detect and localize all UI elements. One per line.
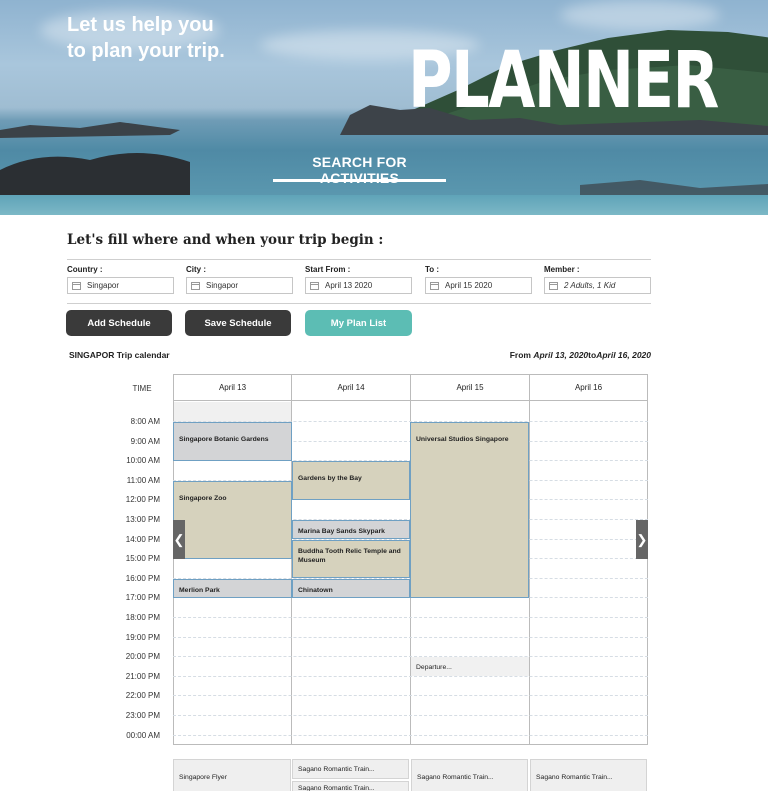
day-column-divider	[529, 374, 648, 745]
unavailable-slot	[174, 402, 291, 422]
time-row-line	[173, 735, 648, 736]
city-icon	[191, 281, 200, 290]
time-label: 11:00 AM	[126, 476, 160, 485]
event-block[interactable]: Merlion Park	[173, 579, 292, 598]
divider	[67, 259, 651, 260]
member-value: 2 Adults, 1 Kid	[564, 281, 616, 290]
range-end: April 16, 2020	[596, 350, 651, 360]
suggestion-card[interactable]: Sagano Romantic Train...	[411, 759, 528, 791]
people-icon	[549, 281, 558, 290]
time-label: 17:00 PM	[125, 593, 160, 602]
event-block[interactable]: Universal Studios Singapore	[410, 422, 529, 598]
range-mid: to	[588, 350, 597, 360]
chevron-left-icon[interactable]: ❮	[173, 520, 185, 559]
time-label: 23:00 PM	[125, 711, 160, 720]
start-field: Start From : April 13 2020	[305, 265, 412, 294]
event-block[interactable]: Chinatown	[292, 579, 410, 598]
time-row-line	[173, 695, 648, 696]
suggestion-card[interactable]: Sagano Romantic Train...	[292, 781, 409, 791]
country-value: Singapor	[87, 281, 120, 290]
divider	[67, 303, 651, 304]
form-heading: Let's fill where and when your trip begi…	[67, 232, 384, 248]
event-block[interactable]: Singapore Zoo	[173, 481, 292, 559]
event-block[interactable]: Gardens by the Bay	[292, 461, 410, 500]
search-underline	[273, 179, 446, 182]
time-row-line	[173, 715, 648, 716]
member-label: Member :	[544, 265, 580, 274]
time-label: 8:00 AM	[130, 417, 160, 426]
save-schedule-button[interactable]: Save Schedule	[185, 310, 291, 336]
event-block[interactable]: Departure...	[411, 657, 529, 676]
time-label: 18:00 PM	[125, 613, 160, 622]
time-label: 15:00 PM	[125, 554, 160, 563]
calendar-range: From April 13, 2020toApril 16, 2020	[510, 350, 651, 360]
start-date-value: April 13 2020	[325, 281, 373, 290]
hero-tagline: Let us help you to plan your trip.	[67, 14, 225, 62]
suggestion-card[interactable]: Sagano Romantic Train...	[530, 759, 647, 791]
time-row-line	[173, 617, 648, 618]
city-input[interactable]: Singapor	[186, 277, 293, 294]
event-block[interactable]: Singapore Botanic Gardens	[173, 422, 292, 461]
city-field: City : Singapor	[186, 265, 293, 294]
day-header: April 13	[174, 374, 291, 401]
flag-icon	[72, 281, 81, 290]
suggestion-card[interactable]: Sagano Romantic Train...	[292, 759, 409, 779]
event-block[interactable]: Buddha Tooth Relic Temple and Museum	[292, 540, 410, 578]
time-label: 19:00 PM	[125, 633, 160, 642]
time-label: 13:00 PM	[125, 515, 160, 524]
end-date-input[interactable]: April 15 2020	[425, 277, 532, 294]
time-label: 10:00 AM	[126, 456, 160, 465]
hero-bottom-band	[0, 195, 768, 215]
time-header: TIME	[132, 384, 152, 393]
time-row-line	[173, 676, 648, 677]
range-start: April 13, 2020	[533, 350, 589, 360]
time-label: 21:00 PM	[125, 672, 160, 681]
member-input[interactable]: 2 Adults, 1 Kid	[544, 277, 651, 294]
add-schedule-button[interactable]: Add Schedule	[66, 310, 172, 336]
hero-title: PLANNER	[408, 36, 719, 126]
country-label: Country :	[67, 265, 103, 274]
end-label: To :	[425, 265, 440, 274]
chevron-right-icon[interactable]: ❯	[636, 520, 648, 559]
country-field: Country : Singapor	[67, 265, 174, 294]
event-block[interactable]: Marina Bay Sands Skypark	[292, 520, 410, 539]
start-label: Start From :	[305, 265, 351, 274]
start-date-input[interactable]: April 13 2020	[305, 277, 412, 294]
member-field: Member : 2 Adults, 1 Kid	[544, 265, 651, 294]
city-label: City :	[186, 265, 206, 274]
time-label: 22:00 PM	[125, 691, 160, 700]
city-value: Singapor	[206, 281, 239, 290]
country-input[interactable]: Singapor	[67, 277, 174, 294]
hero-banner: Let us help you to plan your trip. PLANN…	[0, 0, 768, 215]
calendar-icon	[310, 281, 319, 290]
calendar-title: SINGAPOR Trip calendar	[69, 350, 170, 360]
time-label: 16:00 PM	[125, 574, 160, 583]
suggestion-card[interactable]: Singapore Flyer	[173, 759, 291, 791]
time-row-line	[173, 637, 648, 638]
end-field: To : April 15 2020	[425, 265, 532, 294]
time-label: 20:00 PM	[125, 652, 160, 661]
time-label: 00:00 AM	[126, 731, 160, 740]
time-label: 9:00 AM	[130, 437, 160, 446]
calendar-icon	[430, 281, 439, 290]
range-prefix: From	[509, 350, 534, 360]
time-label: 14:00 PM	[125, 535, 160, 544]
time-label: 12:00 PM	[125, 495, 160, 504]
end-date-value: April 15 2020	[445, 281, 493, 290]
my-plan-list-button[interactable]: My Plan List	[305, 310, 412, 336]
